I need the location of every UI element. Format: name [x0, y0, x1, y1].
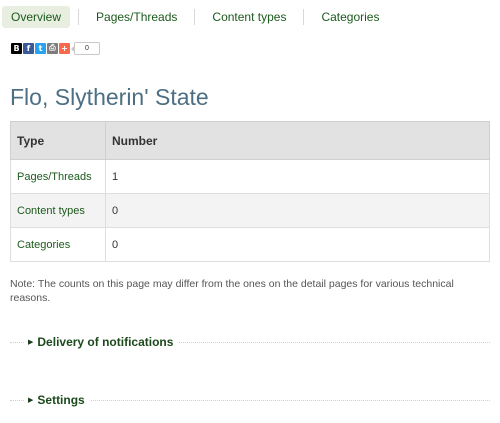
section-delivery-of-notifications: ▶ Delivery of notifications	[10, 333, 490, 351]
row-number: 1	[105, 159, 490, 194]
row-type-link[interactable]: Content types	[10, 193, 106, 228]
tab-content-types[interactable]: Content types	[203, 6, 295, 28]
section-label: Delivery of notifications	[37, 335, 174, 349]
table-row: Pages/Threads 1	[10, 159, 490, 194]
divider	[179, 341, 490, 343]
column-header-number: Number	[105, 121, 490, 160]
divider	[10, 342, 24, 343]
row-number: 0	[105, 227, 490, 262]
tab-bar: Overview Pages/Threads Content types Cat…	[2, 6, 388, 28]
facebook-icon[interactable]: f	[23, 42, 34, 54]
tab-overview[interactable]: Overview	[2, 6, 71, 28]
row-type-link[interactable]: Pages/Threads	[10, 159, 106, 194]
caret-right-icon: ▶	[28, 397, 34, 404]
page-title: Flo, Slytherin' State	[10, 84, 209, 110]
row-type-link[interactable]: Categories	[10, 227, 106, 262]
note-text: Note: The counts on this page may differ…	[10, 278, 454, 304]
tab-divider	[303, 9, 305, 25]
column-header-type: Type	[10, 121, 106, 160]
twitter-icon[interactable]: t	[35, 42, 46, 54]
divider	[90, 399, 490, 401]
share-count: 0	[71, 41, 100, 55]
bookmark-icon[interactable]: B	[11, 42, 22, 54]
stats-table: Type Number Pages/Threads 1 Content type…	[10, 121, 490, 262]
table-row: Content types 0	[10, 193, 490, 228]
tab-divider	[194, 9, 196, 25]
table-row: Categories 0	[10, 227, 490, 262]
tab-pages-threads[interactable]: Pages/Threads	[87, 6, 186, 28]
table-header-row: Type Number	[10, 121, 490, 160]
section-toggle[interactable]: ▶ Delivery of notifications	[10, 335, 173, 349]
tab-divider	[78, 9, 80, 25]
print-icon[interactable]: ⎙	[47, 42, 58, 54]
row-number: 0	[105, 193, 490, 228]
plus-icon[interactable]: +	[59, 42, 70, 54]
caret-right-icon: ▶	[28, 339, 34, 346]
section-label: Settings	[37, 393, 85, 407]
divider	[10, 400, 24, 401]
share-bar: B f t ⎙ + 0	[11, 41, 100, 55]
section-settings: ▶ Settings	[10, 391, 490, 409]
tab-categories[interactable]: Categories	[312, 6, 388, 28]
